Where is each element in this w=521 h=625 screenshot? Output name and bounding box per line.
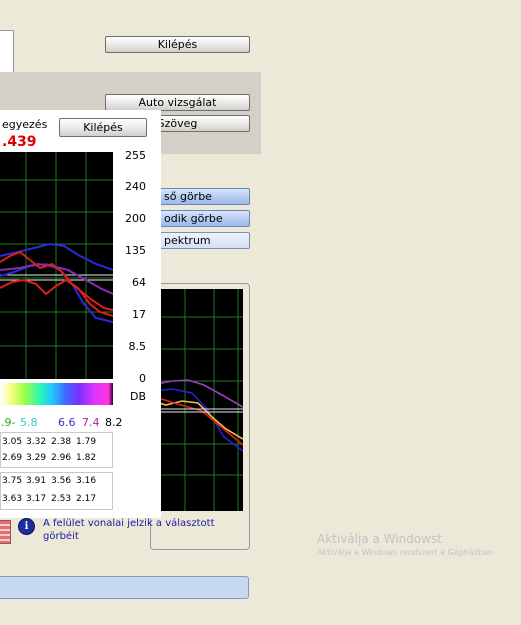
scale-value-3: 6.6 <box>58 416 76 429</box>
y-tick-17: 17 <box>132 308 146 321</box>
table-cell: 1.79 <box>76 437 97 447</box>
table-cell: 1.82 <box>76 453 97 463</box>
info-line-1: A felület vonalai jelzik a választott sz… <box>43 518 215 529</box>
rear-red-curve <box>152 398 243 446</box>
y-tick-255: 255 <box>125 149 146 162</box>
watermark-subtitle: Aktiválja a Windows rendszert a Gépházba… <box>317 548 493 557</box>
y-unit-label: DB <box>129 390 146 403</box>
y-tick-240: 240 <box>125 180 146 193</box>
scale-value-1: .9- <box>1 416 16 429</box>
table-cell: 3.63 <box>2 494 23 504</box>
table-cell: 3.29 <box>26 453 47 463</box>
color-swatch-icon <box>0 520 11 544</box>
info-line-2: görbéit <box>43 531 79 542</box>
table-cell: 3.17 <box>26 494 47 504</box>
watermark-title: Aktiválja a Windowst <box>317 532 442 546</box>
scale-value-5: 8.2 <box>105 416 123 429</box>
y-tick-8-5: 8.5 <box>128 340 147 353</box>
table-cell: 2.53 <box>51 494 72 504</box>
y-tick-64: 64 <box>132 276 146 289</box>
table-cell: 3.75 <box>2 476 23 486</box>
y-tick-0: 0 <box>139 372 146 385</box>
front-spectrum-plot <box>0 152 113 379</box>
auto-test-button[interactable]: Auto vizsgálat <box>105 94 250 111</box>
table-cell: 2.96 <box>51 453 72 463</box>
info-icon: i <box>18 518 35 535</box>
match-label: egyezés <box>2 118 48 131</box>
table-cell: 3.91 <box>26 476 47 486</box>
table-cell: 2.38 <box>51 437 72 447</box>
scale-value-4: 7.4 <box>82 416 100 429</box>
second-curve-button[interactable]: odik görbe <box>160 210 250 227</box>
exit-button[interactable]: Kilépés <box>105 36 250 53</box>
rear-spectrum-plot <box>152 289 243 511</box>
front-exit-button[interactable]: Kilépés <box>59 118 147 137</box>
table-cell: 3.16 <box>76 476 97 486</box>
y-tick-135: 135 <box>125 244 146 257</box>
info-text: A felület vonalai jelzik a választott sz… <box>43 517 248 543</box>
status-bar <box>0 576 249 599</box>
first-curve-button[interactable]: ső görbe <box>160 188 250 205</box>
match-value: .439 <box>2 134 37 150</box>
scale-value-2: 5.8 <box>20 416 38 429</box>
table-cell: 3.05 <box>2 437 23 447</box>
table-cell: 2.17 <box>76 494 97 504</box>
color-spectrum-bar <box>0 383 113 405</box>
y-tick-200: 200 <box>125 212 146 225</box>
table-cell: 3.32 <box>26 437 47 447</box>
spectrum-button[interactable]: pektrum <box>160 232 250 249</box>
table-cell: 2.69 <box>2 453 23 463</box>
table-cell: 3.56 <box>51 476 72 486</box>
